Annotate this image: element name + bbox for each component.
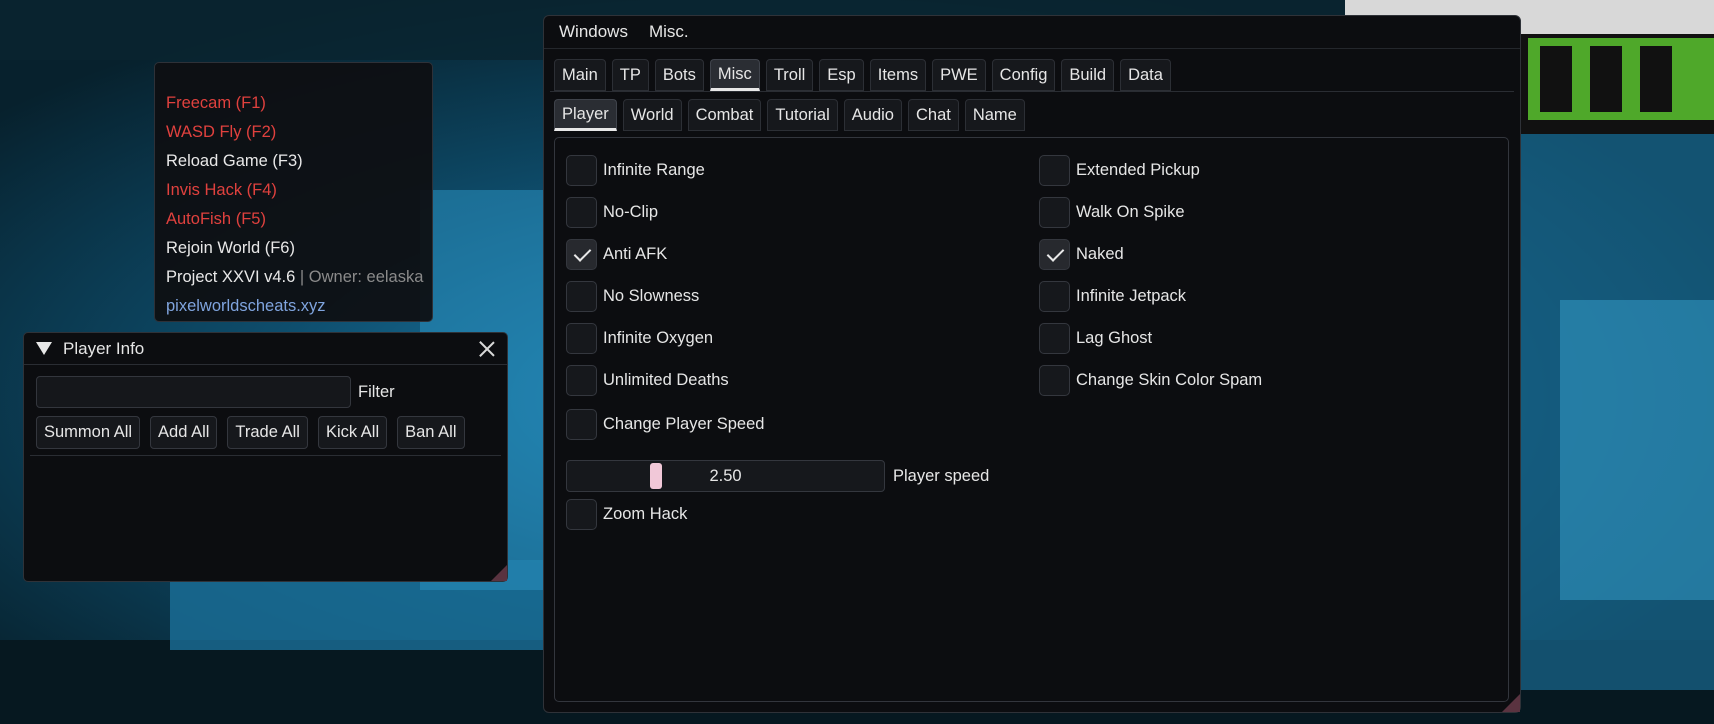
label-anti-afk: Anti AFK [603,245,668,263]
main-tabs: Main TP Bots Misc Troll Esp Items PWE Co… [554,59,1171,91]
ban-all-button[interactable]: Ban All [397,416,465,449]
option-infinite-oxygen[interactable]: Infinite Oxygen [566,323,713,354]
tab-misc[interactable]: Misc [709,59,760,91]
option-walk-on-spike[interactable]: Walk On Spike [1039,197,1185,228]
option-zoom-hack[interactable]: Zoom Hack [566,499,687,530]
option-no-slowness[interactable]: No Slowness [566,281,699,312]
separator [30,455,501,456]
hotkey-wasd-fly: WASD Fly (F2) [166,123,277,141]
hotkey-freecam: Freecam (F1) [166,94,266,112]
resize-grip-icon[interactable] [1502,694,1520,712]
options-panel: Infinite Range No-Clip Anti AFK No Slown… [554,137,1509,702]
sub-tabs: Player World Combat Tutorial Audio Chat … [554,99,1025,131]
player-speed-label: Player speed [893,467,990,485]
option-anti-afk[interactable]: Anti AFK [566,239,667,270]
subtab-tutorial[interactable]: Tutorial [767,99,838,131]
tab-main[interactable]: Main [554,59,606,91]
option-change-player-speed[interactable]: Change Player Speed [566,409,764,440]
checkbox-extended-pickup[interactable] [1039,155,1070,186]
checkbox-change-player-speed[interactable] [566,409,597,440]
add-all-button[interactable]: Add All [150,416,218,449]
checkbox-walk-on-spike[interactable] [1039,197,1070,228]
label-lag-ghost: Lag Ghost [1076,329,1153,347]
checkbox-naked[interactable] [1039,239,1070,270]
option-lag-ghost[interactable]: Lag Ghost [1039,323,1152,354]
label-walk-on-spike: Walk On Spike [1076,203,1185,221]
checkbox-change-skin-color-spam[interactable] [1039,365,1070,396]
menu-windows[interactable]: Windows [559,22,628,42]
label-no-slowness: No Slowness [603,287,700,305]
option-naked[interactable]: Naked [1039,239,1124,270]
kick-all-button[interactable]: Kick All [317,416,388,449]
tab-esp[interactable]: Esp [819,59,864,91]
checkbox-infinite-jetpack[interactable] [1039,281,1070,312]
summon-all-button[interactable]: Summon All [36,416,141,449]
player-info-title: Player Info [63,338,145,358]
subtab-chat[interactable]: Chat [907,99,959,131]
tab-bots[interactable]: Bots [654,59,704,91]
tab-build[interactable]: Build [1061,59,1115,91]
option-extended-pickup[interactable]: Extended Pickup [1039,155,1200,186]
close-icon[interactable] [477,339,497,359]
tab-tp[interactable]: TP [611,59,649,91]
player-info-titlebar[interactable]: Player Info [24,333,507,365]
menu-bar: Windows Misc. [544,16,1520,49]
checkbox-no-clip[interactable] [566,197,597,228]
label-unlimited-deaths: Unlimited Deaths [603,371,729,389]
resize-grip-icon[interactable] [491,565,507,581]
subtab-combat[interactable]: Combat [687,99,762,131]
version-text: Project XXVI v4.6 [166,268,296,286]
option-infinite-range[interactable]: Infinite Range [566,155,705,186]
label-infinite-range: Infinite Range [603,161,705,179]
hotkey-autofish: AutoFish (F5) [166,210,266,228]
checkbox-zoom-hack[interactable] [566,499,597,530]
option-unlimited-deaths[interactable]: Unlimited Deaths [566,365,729,396]
option-change-skin-color-spam[interactable]: Change Skin Color Spam [1039,365,1262,396]
subtab-world[interactable]: World [622,99,682,131]
subtab-name[interactable]: Name [964,99,1025,131]
label-change-skin-color-spam: Change Skin Color Spam [1076,371,1263,389]
checkbox-anti-afk[interactable] [566,239,597,270]
collapse-triangle-icon[interactable] [36,342,52,355]
checkbox-infinite-oxygen[interactable] [566,323,597,354]
slider-value: 2.50 [709,467,742,485]
owner-text: | Owner: eelaska [299,268,424,286]
player-info-window: Player Info Filter Summon All Add All Tr… [23,332,508,582]
tab-pwe[interactable]: PWE [932,59,986,91]
player-action-buttons: Summon All Add All Trade All Kick All Ba… [36,416,465,449]
option-infinite-jetpack[interactable]: Infinite Jetpack [1039,281,1186,312]
checkbox-unlimited-deaths[interactable] [566,365,597,396]
option-no-clip[interactable]: No-Clip [566,197,658,228]
filter-label: Filter [358,382,395,401]
version-line: Project XXVI v4.6 | Owner: eelaska [166,263,424,292]
filter-input[interactable] [36,376,351,408]
menu-misc[interactable]: Misc. [649,22,689,42]
hotkey-invis-hack: Invis Hack (F4) [166,181,277,199]
checkbox-no-slowness[interactable] [566,281,597,312]
hotkey-rejoin-world: Rejoin World (F6) [166,239,295,257]
tab-config[interactable]: Config [991,59,1056,91]
subtab-player[interactable]: Player [554,99,617,131]
tab-data[interactable]: Data [1120,59,1171,91]
label-no-clip: No-Clip [603,203,659,221]
website-link[interactable]: pixelworldscheats.xyz [166,292,421,321]
hotkey-overlay: Freecam (F1) WASD Fly (F2) Reload Game (… [154,62,433,322]
label-zoom-hack: Zoom Hack [603,505,688,523]
hotkey-reload-game: Reload Game (F3) [166,152,303,170]
label-infinite-oxygen: Infinite Oxygen [603,329,714,347]
label-extended-pickup: Extended Pickup [1076,161,1200,179]
subtab-audio[interactable]: Audio [843,99,902,131]
tab-separator [550,91,1514,92]
filter-row: Filter [36,376,395,408]
label-change-player-speed: Change Player Speed [603,415,765,433]
label-naked: Naked [1076,245,1124,263]
label-infinite-jetpack: Infinite Jetpack [1076,287,1187,305]
trade-all-button[interactable]: Trade All [227,416,308,449]
checkbox-lag-ghost[interactable] [1039,323,1070,354]
tab-troll[interactable]: Troll [765,59,814,91]
main-window: Windows Misc. Main TP Bots Misc Troll Es… [543,15,1521,713]
checkbox-infinite-range[interactable] [566,155,597,186]
tab-items[interactable]: Items [869,59,927,91]
player-speed-slider[interactable]: 2.50 [566,460,885,492]
